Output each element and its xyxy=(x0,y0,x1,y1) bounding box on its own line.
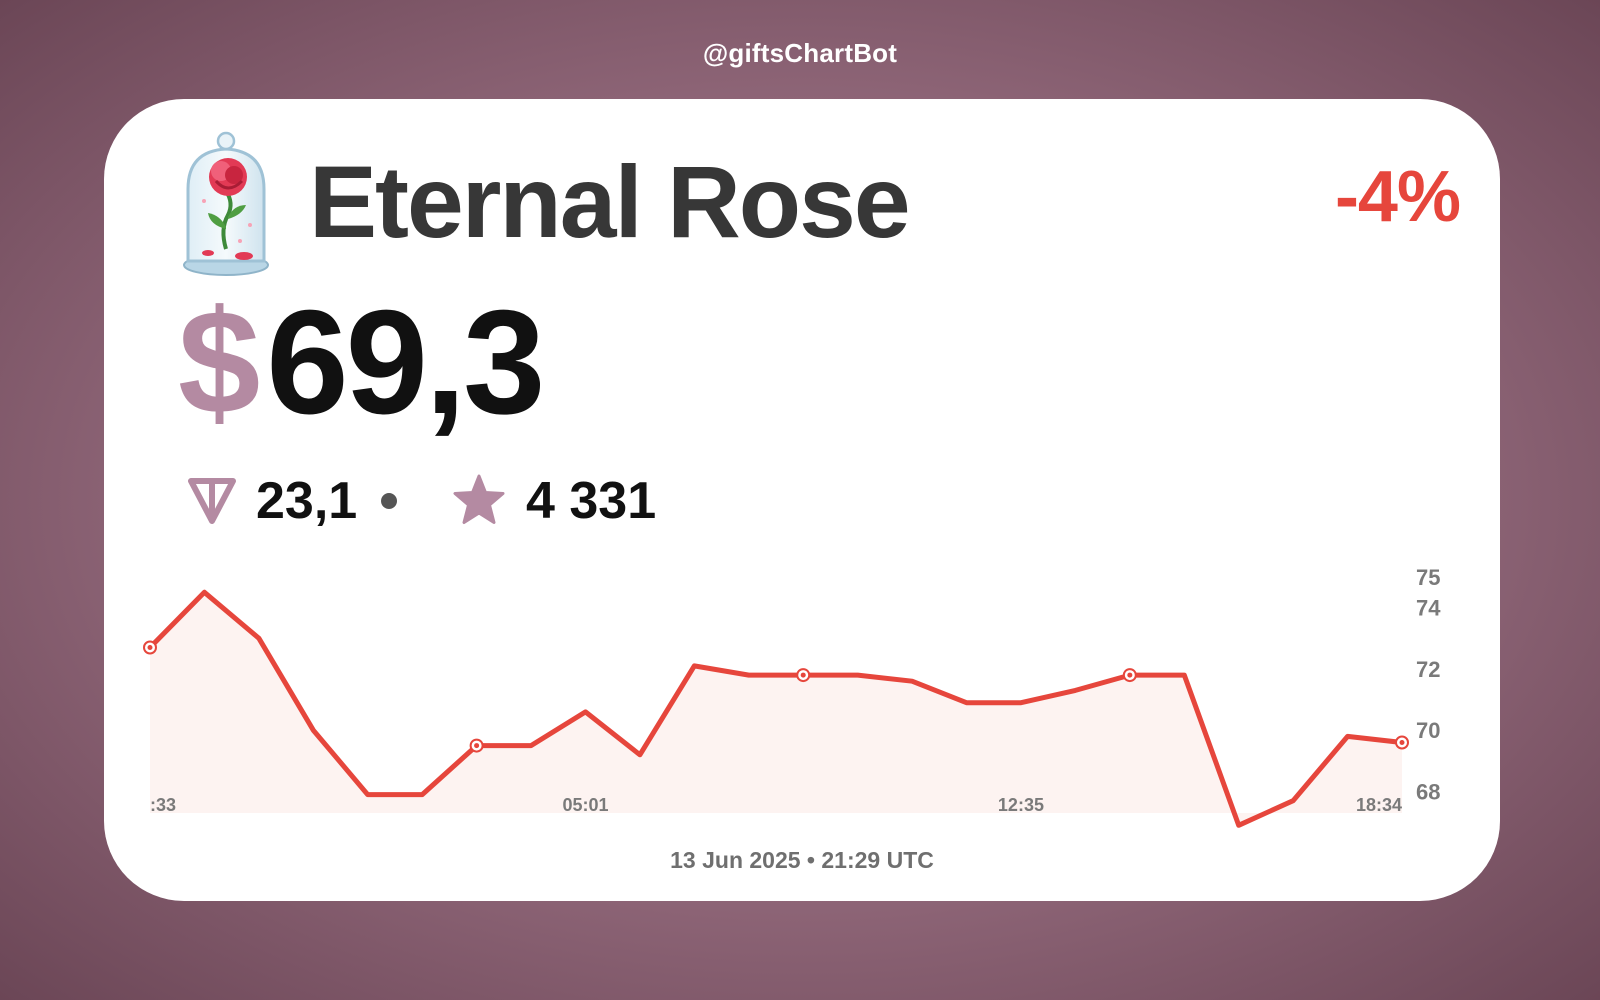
x-tick-label: :33 xyxy=(150,795,176,815)
ton-icon xyxy=(188,478,236,524)
y-tick-label: 68 xyxy=(1416,780,1440,805)
chart-marker-dot xyxy=(1127,672,1133,678)
price-value: 69,3 xyxy=(266,280,545,445)
x-tick-label: 18:34 xyxy=(1356,795,1402,815)
eternal-rose-icon xyxy=(183,131,269,276)
y-tick-label: 75 xyxy=(1416,569,1440,590)
x-tick-label: 05:01 xyxy=(562,795,608,815)
gift-card: Eternal Rose -4% $69,3 23,1 4 331 75 74 72… xyxy=(104,99,1500,901)
chart-marker-dot xyxy=(1399,740,1405,746)
price-usd: $69,3 xyxy=(178,289,545,437)
separator-dot xyxy=(381,493,397,509)
y-tick-label: 70 xyxy=(1416,718,1440,743)
chart-marker-dot xyxy=(147,644,153,650)
currency-symbol: $ xyxy=(178,280,261,445)
bot-handle[interactable]: @giftsChartBot xyxy=(0,38,1600,69)
chart-marker-dot xyxy=(800,672,806,678)
chart-area-fill xyxy=(150,592,1402,826)
price-chart: 75 74 72 70 68 :33 05:01 12:35 18:34 xyxy=(143,569,1441,828)
stars-price: 4 331 xyxy=(526,472,657,530)
y-tick-label: 74 xyxy=(1416,596,1441,621)
price-change-badge: -4% xyxy=(1334,157,1461,237)
y-tick-label: 72 xyxy=(1416,657,1440,682)
gift-name: Eternal Rose xyxy=(309,145,911,259)
timestamp: 13 Jun 2025 • 21:29 UTC xyxy=(670,847,934,873)
star-icon xyxy=(453,474,505,524)
ton-price: 23,1 xyxy=(256,472,358,530)
chart-marker-dot xyxy=(474,743,480,749)
x-tick-label: 12:35 xyxy=(998,795,1044,815)
